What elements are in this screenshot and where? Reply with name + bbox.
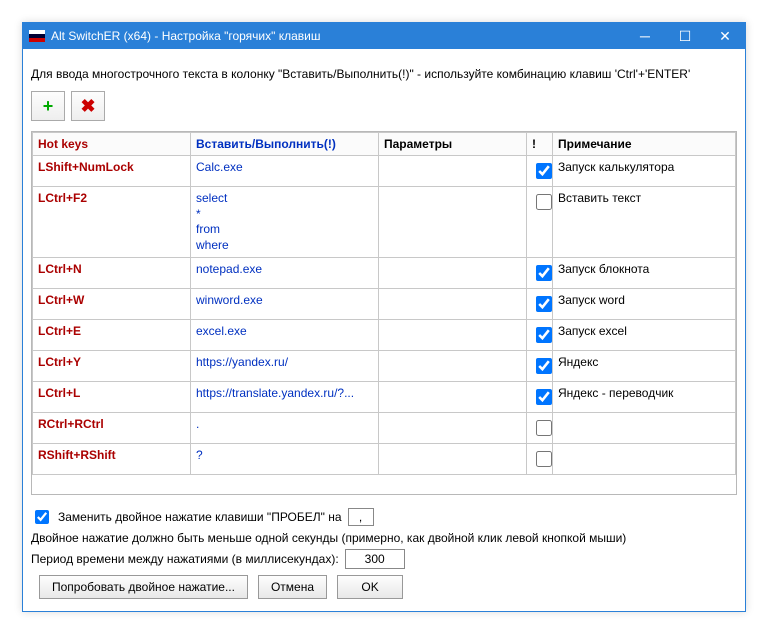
flag-checkbox[interactable] xyxy=(536,451,552,467)
cell-flag[interactable] xyxy=(527,320,553,351)
app-icon xyxy=(29,30,45,42)
flag-checkbox[interactable] xyxy=(536,194,552,210)
cell-note[interactable]: Яндекс xyxy=(553,351,736,382)
cross-icon: ✖ xyxy=(80,96,95,117)
ok-button[interactable]: OK xyxy=(337,575,403,599)
col-note[interactable]: Примечание xyxy=(553,133,736,156)
cell-hotkey[interactable]: LCtrl+N xyxy=(33,258,191,289)
table-row[interactable]: RShift+RShift? xyxy=(33,444,736,475)
cell-hotkey[interactable]: LCtrl+E xyxy=(33,320,191,351)
cell-hotkey[interactable]: LCtrl+Y xyxy=(33,351,191,382)
cell-note[interactable]: Запуск word xyxy=(553,289,736,320)
period-input[interactable] xyxy=(345,549,405,569)
table-row[interactable]: LCtrl+Nnotepad.exe Запуск блокнота xyxy=(33,258,736,289)
cell-insert[interactable]: https://translate.yandex.ru/?... xyxy=(191,382,379,413)
cell-hotkey[interactable]: LCtrl+L xyxy=(33,382,191,413)
table-row[interactable]: RCtrl+RCtrl. xyxy=(33,413,736,444)
delete-button[interactable]: ✖ xyxy=(71,91,105,121)
try-double-press-button[interactable]: Попробовать двойное нажатие... xyxy=(39,575,248,599)
minimize-button[interactable]: ─ xyxy=(625,23,665,49)
cell-hotkey[interactable]: RShift+RShift xyxy=(33,444,191,475)
replace-space-checkbox[interactable] xyxy=(35,510,49,524)
flag-checkbox[interactable] xyxy=(536,163,552,179)
cell-flag[interactable] xyxy=(527,351,553,382)
cell-hotkey[interactable]: LCtrl+W xyxy=(33,289,191,320)
cell-flag[interactable] xyxy=(527,187,553,258)
toolbar: + ✖ xyxy=(31,91,737,121)
cell-params[interactable] xyxy=(379,187,527,258)
replace-char-input[interactable] xyxy=(348,508,374,526)
cell-insert[interactable]: https://yandex.ru/ xyxy=(191,351,379,382)
header-row: Hot keys Вставить/Выполнить(!) Параметры… xyxy=(33,133,736,156)
period-label: Период времени между нажатиями (в миллис… xyxy=(31,552,339,566)
cell-params[interactable] xyxy=(379,320,527,351)
dialog-window: Alt SwitchER (x64) - Настройка "горячих"… xyxy=(22,22,746,612)
cell-insert[interactable]: excel.exe xyxy=(191,320,379,351)
cell-insert[interactable]: Calc.exe xyxy=(191,156,379,187)
double-press-hint: Двойное нажатие должно быть меньше одной… xyxy=(31,531,737,545)
cell-note[interactable]: Запуск блокнота xyxy=(553,258,736,289)
cell-flag[interactable] xyxy=(527,413,553,444)
cell-note[interactable] xyxy=(553,413,736,444)
table-row[interactable]: LCtrl+Wwinword.exe Запуск word xyxy=(33,289,736,320)
instruction-text: Для ввода многострочного текста в колонк… xyxy=(31,67,737,81)
cell-flag[interactable] xyxy=(527,156,553,187)
cell-params[interactable] xyxy=(379,382,527,413)
table-row[interactable]: LCtrl+Eexcel.exe Запуск excel xyxy=(33,320,736,351)
cell-params[interactable] xyxy=(379,413,527,444)
hotkeys-grid[interactable]: Hot keys Вставить/Выполнить(!) Параметры… xyxy=(31,131,737,495)
cell-hotkey[interactable]: RCtrl+RCtrl xyxy=(33,413,191,444)
table-row[interactable]: LCtrl+Yhttps://yandex.ru/Яндекс xyxy=(33,351,736,382)
cell-hotkey[interactable]: LCtrl+F2 xyxy=(33,187,191,258)
flag-checkbox[interactable] xyxy=(536,296,552,312)
cell-note[interactable]: Запуск калькулятора xyxy=(553,156,736,187)
table-row[interactable]: LShift+NumLockCalc.exe Запуск калькулятор… xyxy=(33,156,736,187)
cancel-button[interactable]: Отмена xyxy=(258,575,327,599)
cell-insert[interactable]: winword.exe xyxy=(191,289,379,320)
cell-params[interactable] xyxy=(379,351,527,382)
flag-checkbox[interactable] xyxy=(536,265,552,281)
cell-insert[interactable]: . xyxy=(191,413,379,444)
cell-params[interactable] xyxy=(379,258,527,289)
cell-insert[interactable]: ? xyxy=(191,444,379,475)
cell-flag[interactable] xyxy=(527,289,553,320)
cell-flag[interactable] xyxy=(527,258,553,289)
plus-icon: + xyxy=(43,96,54,117)
flag-checkbox[interactable] xyxy=(536,389,552,405)
cell-note[interactable]: Яндекс - переводчик xyxy=(553,382,736,413)
table-row[interactable]: LCtrl+Lhttps://translate.yandex.ru/?... Я… xyxy=(33,382,736,413)
cell-flag[interactable] xyxy=(527,444,553,475)
flag-checkbox[interactable] xyxy=(536,358,552,374)
cell-note[interactable]: Вставить текст xyxy=(553,187,736,258)
cell-params[interactable] xyxy=(379,444,527,475)
cell-insert[interactable]: notepad.exe xyxy=(191,258,379,289)
cell-hotkey[interactable]: LShift+NumLock xyxy=(33,156,191,187)
table-row[interactable]: LCtrl+F2select * from where Вставить текс… xyxy=(33,187,736,258)
cell-params[interactable] xyxy=(379,156,527,187)
add-button[interactable]: + xyxy=(31,91,65,121)
cell-note[interactable]: Запуск excel xyxy=(553,320,736,351)
maximize-button[interactable]: ☐ xyxy=(665,23,705,49)
replace-space-label[interactable]: Заменить двойное нажатие клавиши "ПРОБЕЛ… xyxy=(58,510,342,524)
cell-note[interactable] xyxy=(553,444,736,475)
col-insert[interactable]: Вставить/Выполнить(!) xyxy=(191,133,379,156)
cell-flag[interactable] xyxy=(527,382,553,413)
titlebar[interactable]: Alt SwitchER (x64) - Настройка "горячих"… xyxy=(23,23,745,49)
flag-checkbox[interactable] xyxy=(536,420,552,436)
window-title: Alt SwitchER (x64) - Настройка "горячих"… xyxy=(51,29,625,43)
flag-checkbox[interactable] xyxy=(536,327,552,343)
close-button[interactable]: ✕ xyxy=(705,23,745,49)
bottom-panel: Заменить двойное нажатие клавиши "ПРОБЕЛ… xyxy=(31,495,737,603)
cell-params[interactable] xyxy=(379,289,527,320)
col-hotkeys[interactable]: Hot keys xyxy=(33,133,191,156)
cell-insert[interactable]: select * from where xyxy=(191,187,379,258)
col-flag[interactable]: ! xyxy=(527,133,553,156)
col-params[interactable]: Параметры xyxy=(379,133,527,156)
